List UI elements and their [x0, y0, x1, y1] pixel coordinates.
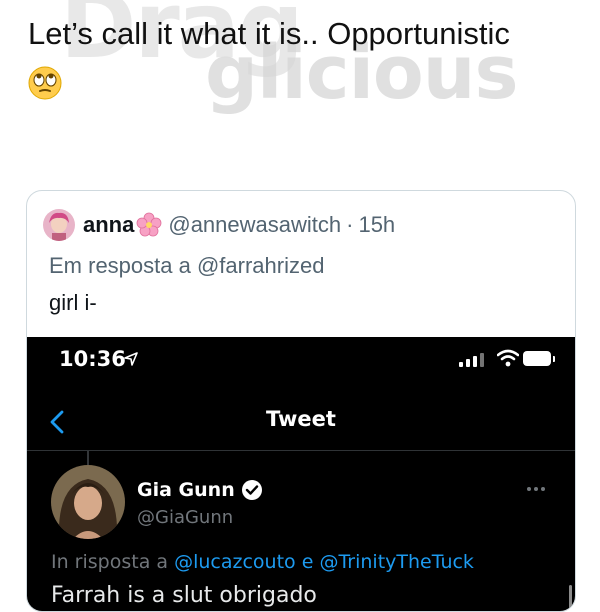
embedded-phone-screenshot[interactable]: 10:36 Tweet Gia Gunn @GiaGunn In rispost… — [27, 337, 575, 611]
reply-prefix: In risposta a — [51, 551, 169, 573]
battery-tip — [553, 356, 555, 362]
cherry-blossom-icon — [136, 212, 162, 237]
quoted-display-name[interactable]: anna — [83, 212, 134, 238]
post-text: Let’s call it what it is.. Opportunistic — [28, 16, 510, 51]
author-display-name[interactable]: Gia Gunn — [137, 479, 235, 501]
quoted-tweet-header: anna @annewasawitch · 15h — [43, 209, 395, 241]
more-options-icon[interactable] — [527, 487, 545, 491]
separator-dot: · — [346, 212, 354, 237]
author-name-row: Gia Gunn — [137, 479, 263, 501]
thread-line — [87, 451, 89, 465]
quoted-tweet-card[interactable]: anna @annewasawitch · 15h Em resposta a … — [26, 190, 576, 612]
status-bar-time: 10:36 — [59, 347, 126, 371]
nav-divider — [27, 450, 575, 451]
tweet-text: Farrah is a slut obrigado — [51, 583, 317, 608]
wifi-icon — [497, 349, 519, 367]
reply-context: In risposta a @lucazcouto e @TrinityTheT… — [51, 551, 474, 573]
battery-icon — [523, 351, 551, 366]
mention-link[interactable]: @lucazcouto — [174, 551, 296, 573]
avatar[interactable] — [51, 465, 125, 539]
reply-context: Em resposta a @farrahrized — [49, 253, 325, 278]
quoted-handle[interactable]: @annewasawitch — [168, 212, 341, 238]
mention-link[interactable]: @TrinityTheTuck — [319, 551, 473, 573]
quoted-tweet-text: girl i- — [49, 290, 97, 315]
scrollbar[interactable] — [569, 585, 572, 611]
nav-title: Tweet — [266, 407, 336, 431]
location-arrow-icon — [124, 352, 138, 366]
avatar[interactable] — [43, 209, 75, 241]
face-with-rolling-eyes-icon — [28, 66, 62, 100]
verified-badge-icon — [241, 480, 262, 500]
author-handle[interactable]: @GiaGunn — [137, 507, 233, 528]
reply-conjunction: e — [301, 551, 314, 573]
cellular-signal-icon — [459, 351, 484, 367]
quoted-timestamp[interactable]: 15h — [358, 212, 395, 238]
